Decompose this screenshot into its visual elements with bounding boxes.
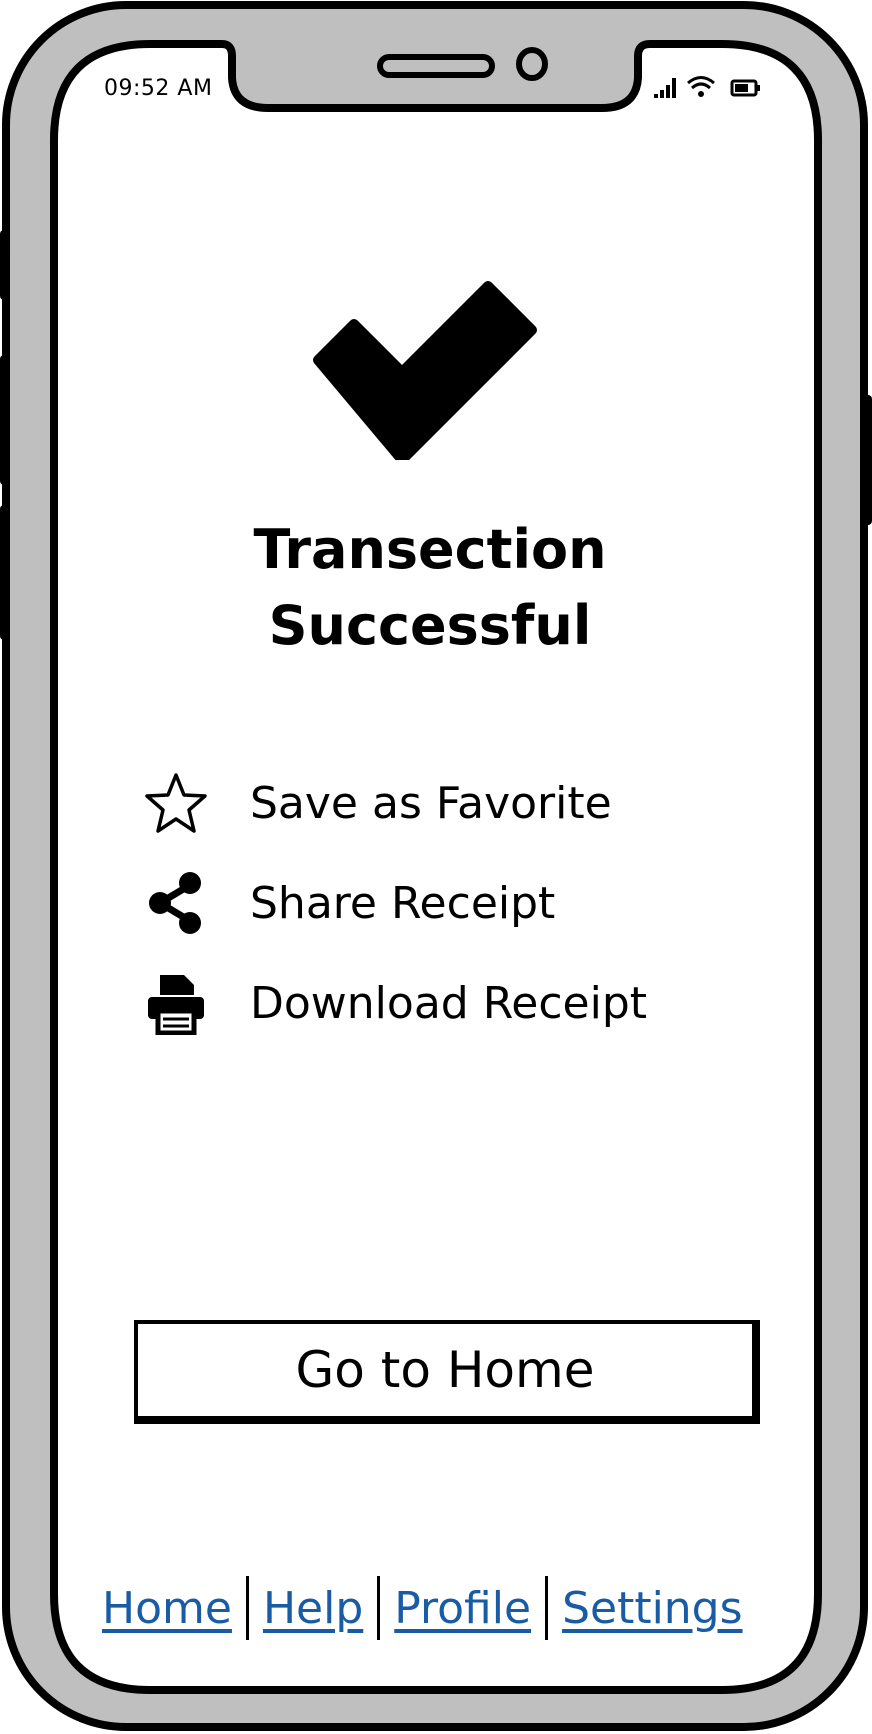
title-line-2: Successful	[268, 594, 592, 657]
nav-separator	[377, 1576, 381, 1640]
nav-separator	[545, 1576, 549, 1640]
star-icon	[144, 771, 208, 835]
save-favorite-action[interactable]: Save as Favorite	[144, 768, 704, 838]
nav-link-profile[interactable]: Profile	[394, 1583, 531, 1634]
phone-frame	[0, 1, 872, 1731]
download-receipt-label: Download Receipt	[250, 977, 648, 1029]
go-to-home-button[interactable]: Go to Home	[134, 1320, 760, 1424]
status-icons	[654, 76, 760, 98]
printer-icon	[144, 971, 208, 1035]
nav-link-help[interactable]: Help	[263, 1583, 363, 1634]
wifi-icon	[687, 76, 715, 97]
page-title: Transection Successful	[180, 512, 680, 664]
nav-separator	[245, 1576, 249, 1640]
battery-icon	[730, 79, 760, 97]
checkmark-icon	[313, 281, 537, 460]
signal-bars-icon	[654, 78, 676, 98]
bottom-nav: Home Help Profile Settings	[102, 1574, 782, 1642]
phone-mockup: 09:52 AM Transection Successful Save as …	[0, 0, 872, 1734]
title-line-1: Transection	[253, 518, 607, 581]
status-time: 09:52 AM	[104, 76, 213, 101]
download-receipt-action[interactable]: Download Receipt	[144, 968, 704, 1038]
share-icon	[144, 871, 208, 935]
nav-link-settings[interactable]: Settings	[562, 1583, 742, 1634]
share-receipt-action[interactable]: Share Receipt	[144, 868, 704, 938]
nav-link-home[interactable]: Home	[102, 1583, 232, 1634]
share-receipt-label: Share Receipt	[250, 877, 556, 929]
save-favorite-label: Save as Favorite	[250, 777, 612, 829]
